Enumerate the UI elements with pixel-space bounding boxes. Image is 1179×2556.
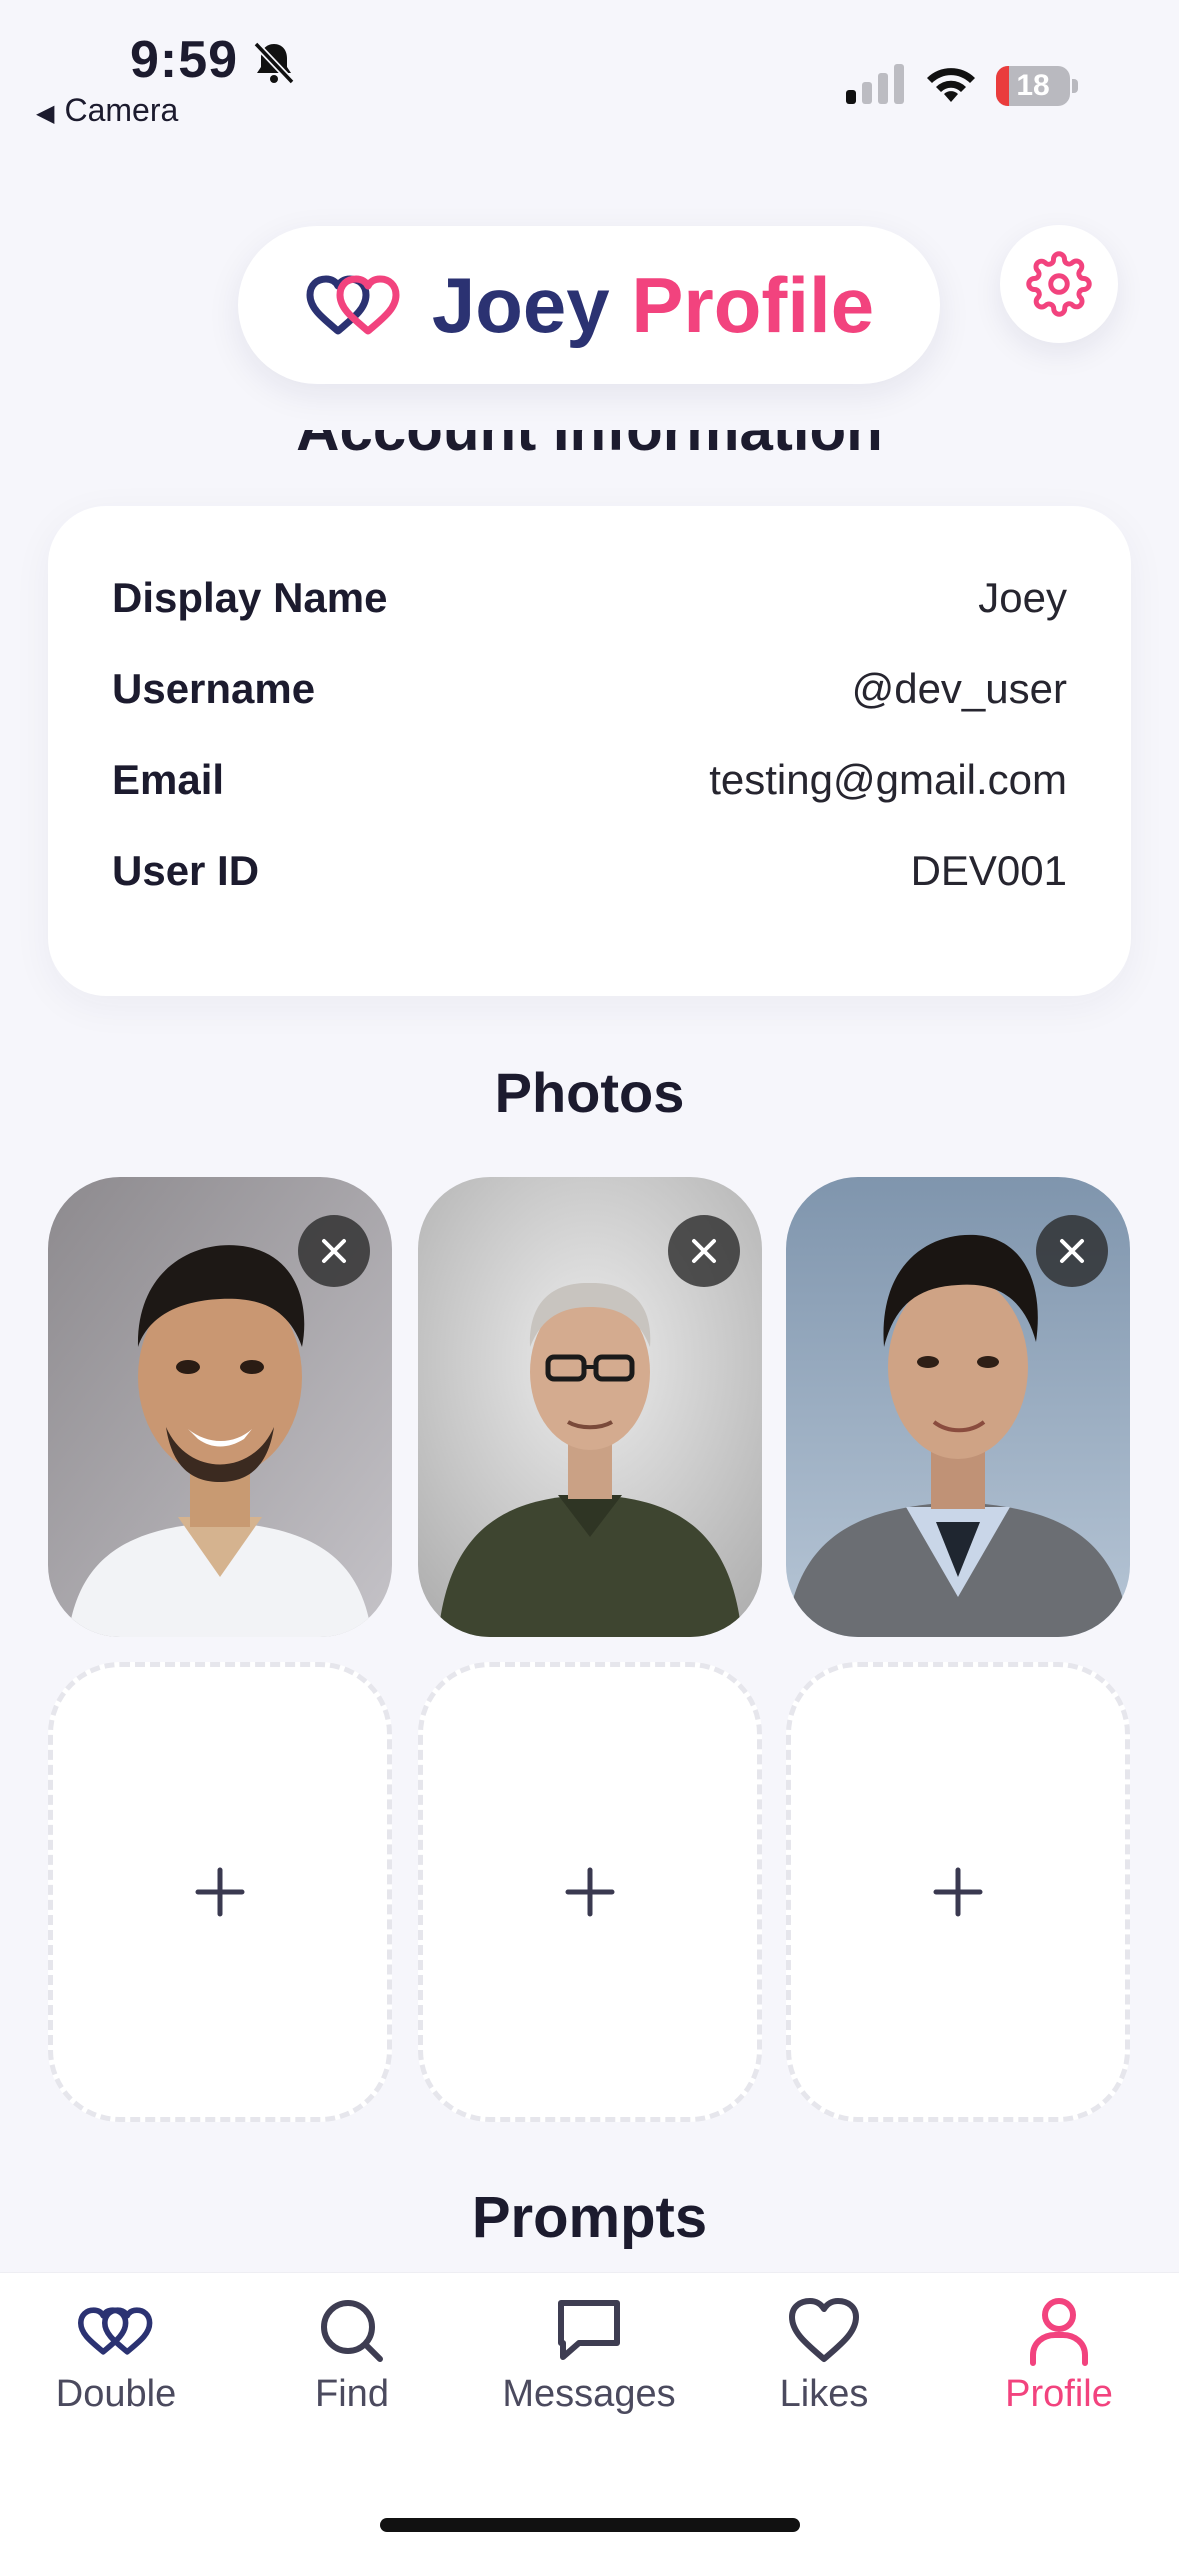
bottom-tab-bar: Double Find Messages Likes Profile xyxy=(0,2272,1179,2556)
tab-label: Likes xyxy=(779,2373,869,2415)
tab-label: Double xyxy=(55,2373,177,2415)
tab-label: Find xyxy=(315,2373,389,2415)
profile-title-suffix: Profile xyxy=(631,260,875,349)
close-icon xyxy=(1060,1239,1084,1263)
heart-icon xyxy=(789,2298,859,2362)
plus-icon xyxy=(565,1867,615,1917)
settings-button[interactable] xyxy=(1000,225,1118,343)
row-label: Email xyxy=(112,756,225,803)
gear-icon xyxy=(1026,251,1092,317)
silent-bell-icon xyxy=(253,41,295,85)
plus-icon xyxy=(195,1867,245,1917)
tab-find[interactable]: Find xyxy=(252,2295,452,2416)
home-indicator[interactable] xyxy=(380,2518,800,2532)
tab-messages[interactable]: Messages xyxy=(489,2295,689,2416)
profile-title-pill: Joey Profile xyxy=(238,226,940,384)
cellular-signal-icon xyxy=(846,64,904,104)
message-icon xyxy=(558,2300,620,2360)
row-label: User ID xyxy=(112,847,260,894)
double-heart-icon xyxy=(78,2307,153,2355)
wifi-icon xyxy=(927,68,975,102)
add-photo-slot[interactable] xyxy=(786,1662,1130,2122)
remove-photo-button[interactable] xyxy=(668,1215,740,1287)
account-row-username: Username @dev_user xyxy=(112,659,1067,719)
remove-photo-button[interactable] xyxy=(298,1215,370,1287)
row-value: testing@gmail.com xyxy=(709,756,1067,803)
tab-label: Profile xyxy=(1005,2373,1113,2415)
photo-3[interactable] xyxy=(786,1177,1130,1637)
row-label: Display Name xyxy=(112,574,388,621)
add-photo-slot[interactable] xyxy=(418,1662,762,2122)
status-time: 9:59 xyxy=(130,31,239,89)
photo-1[interactable] xyxy=(48,1177,392,1637)
account-info-card: Display Name Joey Username @dev_user Ema… xyxy=(48,506,1131,996)
account-row-user-id: User ID DEV001 xyxy=(112,841,1067,901)
person-icon xyxy=(1030,2298,1088,2366)
close-icon xyxy=(322,1239,346,1263)
back-triangle-icon: ◀ xyxy=(36,100,55,127)
tab-profile[interactable]: Profile xyxy=(959,2295,1159,2416)
account-row-email: Email testing@gmail.com xyxy=(112,750,1067,810)
profile-name: Joey xyxy=(431,260,610,349)
double-heart-icon xyxy=(306,275,400,335)
status-bar: 9:59 ◀ Camera 18 xyxy=(0,0,1179,140)
row-value: DEV001 xyxy=(910,847,1067,894)
add-photo-slot[interactable] xyxy=(48,1662,392,2122)
tab-double[interactable]: Double xyxy=(16,2295,216,2416)
account-row-display-name: Display Name Joey xyxy=(112,568,1067,628)
battery-level: 18 xyxy=(1016,69,1050,102)
back-app-label: Camera xyxy=(64,92,179,128)
photos-section-title: Photos xyxy=(494,1061,685,1124)
row-value: Joey xyxy=(978,574,1067,621)
search-icon xyxy=(321,2300,383,2362)
page-title: Joey Profile xyxy=(432,260,874,351)
close-icon xyxy=(692,1239,716,1263)
row-label: Username xyxy=(112,665,316,712)
prompts-section-title: Prompts xyxy=(471,2185,708,2250)
tab-likes[interactable]: Likes xyxy=(724,2295,924,2416)
photo-2[interactable] xyxy=(418,1177,762,1637)
remove-photo-button[interactable] xyxy=(1036,1215,1108,1287)
row-value: @dev_user xyxy=(851,665,1067,712)
back-to-app-link[interactable]: ◀ Camera xyxy=(36,92,178,129)
plus-icon xyxy=(933,1867,983,1917)
battery-indicator: 18 xyxy=(996,66,1078,106)
tab-label: Messages xyxy=(502,2373,676,2415)
